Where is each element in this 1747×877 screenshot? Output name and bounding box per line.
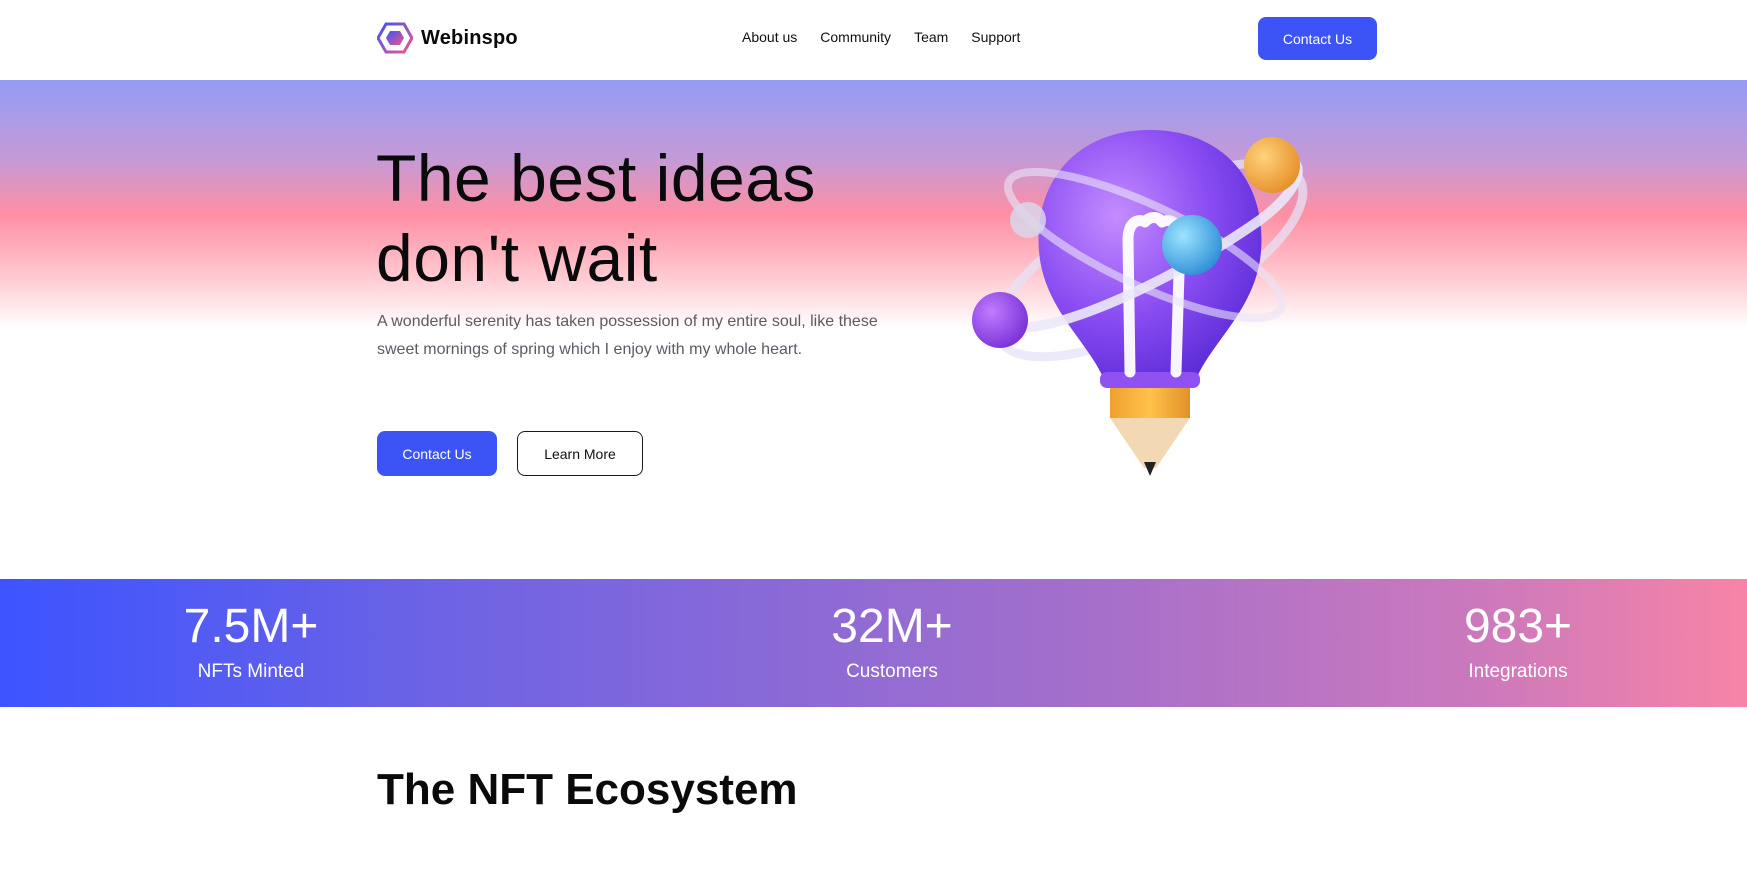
hero-title-line-1: The best ideas <box>376 141 816 215</box>
nav-item-community[interactable]: Community <box>820 29 891 45</box>
learn-more-button[interactable]: Learn More <box>517 431 643 476</box>
stat-label: Customers <box>846 661 938 682</box>
hero-title: The best ideas don't wait <box>376 138 936 298</box>
stat-label: NFTs Minted <box>197 661 305 682</box>
lightbulb-pencil-orbit-icon <box>972 130 1308 476</box>
nav-item-about-us[interactable]: About us <box>742 29 797 45</box>
stat-value: 7.5M+ <box>183 600 319 653</box>
hero-title-line-2: don't wait <box>376 221 658 295</box>
ecosystem-section-title: The NFT Ecosystem <box>377 765 798 814</box>
nav-item-support[interactable]: Support <box>971 29 1020 45</box>
stat-value: 983+ <box>1463 600 1573 653</box>
stat-value: 32M+ <box>831 600 953 653</box>
brand-name: Webinspo <box>421 26 518 49</box>
stat-customers: 32M+ Customers <box>772 579 1012 685</box>
stat-integrations: 983+ Integrations <box>1398 579 1638 685</box>
main-nav: About us Community Team Support <box>742 29 1020 45</box>
stat-label: Integrations <box>1468 661 1568 682</box>
nav-item-team[interactable]: Team <box>914 29 948 45</box>
stats-bar: 7.5M+ NFTs Minted 32M+ Customers 983+ In… <box>0 579 1747 707</box>
stat-nfts-minted: 7.5M+ NFTs Minted <box>131 579 371 685</box>
site-header: Webinspo About us Community Team Support… <box>0 0 1747 80</box>
hero-section: The best ideas don't wait A wonderful se… <box>0 80 1747 580</box>
hexagon-logo-icon <box>377 22 413 54</box>
brand-logo[interactable]: Webinspo <box>377 22 518 54</box>
hero-subtitle: A wonderful serenity has taken possessio… <box>377 313 878 358</box>
header-contact-button[interactable]: Contact Us <box>1258 17 1377 60</box>
hero-contact-button[interactable]: Contact Us <box>377 431 497 476</box>
